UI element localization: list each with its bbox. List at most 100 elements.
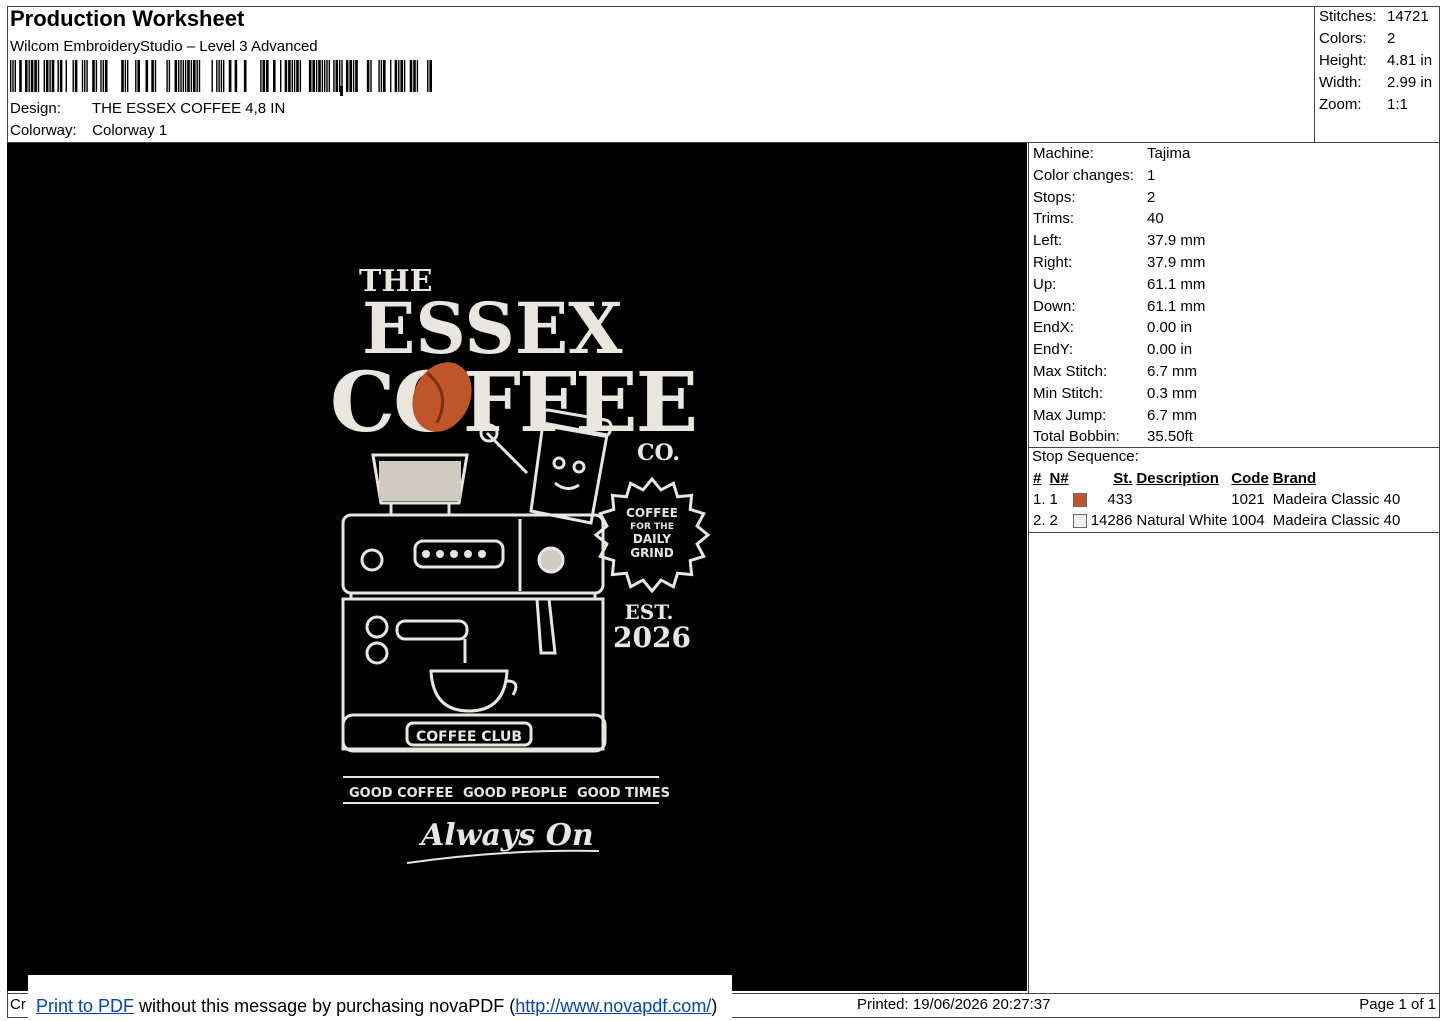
badge-line-2: FOR THE <box>630 522 674 532</box>
design-row: Design: THE ESSEX COFFEE 4,8 IN <box>10 100 285 117</box>
col-description: Description <box>1136 470 1219 487</box>
coffee-cup-icon <box>429 639 518 713</box>
novapdf-message: Print to PDF without this message by pur… <box>36 996 717 1017</box>
machine-value: 0.00 in <box>1147 319 1193 337</box>
machine-value: 40 <box>1147 210 1164 228</box>
stat-stitches: Stitches: 14721 <box>1319 8 1429 25</box>
badge-line-1: COFFEE <box>626 506 678 520</box>
barcode <box>10 60 432 96</box>
novapdf-mid-text: without this message by purchasing novaP… <box>134 996 516 1016</box>
stat-colors: Colors: 2 <box>1319 30 1395 47</box>
table-row: 2. 2 14286 Natural White 1004 Madeira Cl… <box>1031 510 1402 531</box>
footer-fragment: Cr <box>10 996 26 1013</box>
printed-timestamp: Printed: 19/06/2026 20:27:37 <box>857 996 1051 1013</box>
row-needle: 1 <box>1049 491 1058 508</box>
color-swatch <box>1072 514 1087 529</box>
colorway-label: Colorway: <box>10 122 77 139</box>
machine-row: Trims: 40 <box>1033 210 1164 227</box>
colorway-row: Colorway: Colorway 1 <box>10 122 167 139</box>
col-needle: N# <box>1049 470 1069 487</box>
novapdf-url-link[interactable]: http://www.novapdf.com/ <box>515 996 711 1016</box>
design-label: Design: <box>10 100 61 117</box>
machine-label: EndX: <box>1033 319 1074 337</box>
stat-value: 2 <box>1387 30 1396 47</box>
tagline-1: GOOD COFFEE <box>349 786 453 801</box>
machine-label: Left: <box>1033 232 1063 250</box>
novapdf-end-text: ) <box>711 996 718 1016</box>
machine-row: Up: 61.1 mm <box>1033 276 1205 293</box>
stop-table-bottom-rule <box>1028 532 1440 533</box>
col-stitches: St. <box>1113 470 1133 487</box>
row-index: 1. <box>1033 491 1046 508</box>
machine-row: Min Stitch: 0.3 mm <box>1033 385 1197 402</box>
badge-line-3: DAILY <box>633 532 671 546</box>
software-name: Wilcom EmbroideryStudio – Level 3 Advanc… <box>10 38 318 55</box>
stat-label: Height: <box>1319 52 1367 69</box>
machine-label: Machine: <box>1033 145 1094 162</box>
col-brand: Brand <box>1272 470 1317 487</box>
machine-value: 0.00 in <box>1147 341 1193 359</box>
stat-label: Zoom: <box>1319 96 1362 113</box>
stat-label: Colors: <box>1319 30 1367 47</box>
colorway-value: Colorway 1 <box>92 122 168 139</box>
table-row: 1. 1 433 1021 Madeira Classic 40 <box>1031 489 1402 510</box>
machine-row: Right: 37.9 mm <box>1033 254 1205 271</box>
row-index: 2. <box>1033 512 1046 529</box>
artwork-coffee: COFFEE <box>330 355 696 451</box>
machine-row: Color changes: 1 <box>1033 167 1155 184</box>
machine-row: Stops: 2 <box>1033 189 1155 206</box>
row-needle: 2 <box>1049 512 1058 529</box>
page-title: Production Worksheet <box>10 6 245 31</box>
row-code: 1004 <box>1231 512 1265 529</box>
machine-row: Down: 61.1 mm <box>1033 298 1205 315</box>
machine-label: Right: <box>1033 254 1073 271</box>
row-swatch <box>1071 510 1089 531</box>
machine-row: EndY: 0.00 in <box>1033 341 1192 358</box>
machine-value: 1 <box>1147 166 1156 184</box>
tagline-3: GOOD TIMES <box>577 786 670 801</box>
stat-label: Stitches: <box>1319 8 1377 25</box>
machine-label: EndY: <box>1033 341 1074 359</box>
page-number: Page 1 of 1 <box>1359 996 1436 1013</box>
grinder-icon <box>371 453 469 517</box>
artwork-script: Always On <box>418 818 594 853</box>
machine-value: 6.7 mm <box>1147 406 1198 424</box>
stat-value: 4.81 in <box>1387 52 1433 69</box>
machine-label: Down: <box>1033 297 1076 315</box>
col-swatch <box>1071 468 1089 489</box>
espresso-machine-icon <box>341 513 607 753</box>
machine-value: 0.3 mm <box>1147 384 1198 402</box>
machine-value: 6.7 mm <box>1147 363 1198 380</box>
print-to-pdf-link[interactable]: Print to PDF <box>36 996 134 1016</box>
row-brand: Madeira Classic 40 <box>1272 512 1401 529</box>
col-code: Code <box>1231 470 1269 487</box>
badge-line-4: GRIND <box>630 546 674 560</box>
machine-row: Machine: Tajima <box>1033 145 1190 162</box>
row-swatch <box>1071 489 1089 510</box>
machine-label: Max Stitch: <box>1033 363 1108 380</box>
machine-label: Trims: <box>1033 210 1075 228</box>
machine-value: Tajima <box>1147 145 1191 162</box>
machine-row: EndX: 0.00 in <box>1033 319 1192 336</box>
machine-label: Stops: <box>1033 188 1076 206</box>
machine-label: Min Stitch: <box>1033 384 1104 402</box>
machine-row: Max Stitch: 6.7 mm <box>1033 363 1197 380</box>
stats-panel: Stitches: 14721 Colors: 2 Height: 4.81 in W… <box>1314 6 1441 142</box>
machine-value: 61.1 mm <box>1147 297 1206 315</box>
novapdf-banner: Print to PDF without this message by pur… <box>28 975 732 1021</box>
design-preview: THE ESSEX COFFEE CO. COFFEE FOR THE DAIL… <box>7 143 1027 991</box>
col-index: # <box>1033 470 1042 487</box>
machine-value: 61.1 mm <box>1147 275 1206 293</box>
row-description: Natural White <box>1136 512 1228 529</box>
row-stitches: 14286 <box>1090 512 1133 529</box>
machine-value: 35.50ft <box>1147 428 1193 446</box>
tagline-2: GOOD PEOPLE <box>463 786 567 801</box>
stat-value: 14721 <box>1387 8 1429 25</box>
machine-value: 2 <box>1147 188 1156 206</box>
stop-sequence-table: # N# St. Description Code Brand 1. 1 433… <box>1031 468 1402 531</box>
stat-height: Height: 4.81 in <box>1319 52 1432 69</box>
machine-label: Up: <box>1033 275 1057 293</box>
stat-value: 1:1 <box>1387 96 1408 113</box>
artwork-club: COFFEE CLUB <box>416 729 522 745</box>
daily-grind-badge: COFFEE FOR THE DAILY GRIND <box>593 476 711 594</box>
